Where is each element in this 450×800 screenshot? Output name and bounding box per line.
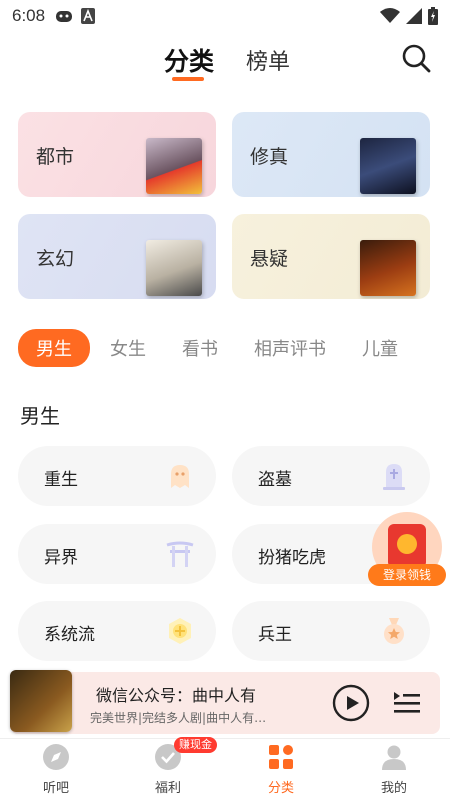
category-card-mystery[interactable]: 悬疑 (232, 214, 430, 299)
genre-label: 盗墓 (258, 470, 292, 490)
category-label: 悬疑 (250, 248, 289, 270)
mini-player[interactable]: 微信公众号：曲中人有 完美世界|完结多人剧|曲中人有… (10, 670, 440, 734)
wifi-icon (380, 8, 400, 23)
book-cover-image (146, 240, 202, 296)
tombstone-icon (383, 464, 405, 490)
book-cover-image (360, 138, 416, 194)
nav-category[interactable]: 分类 (225, 739, 337, 800)
genre-pill-other-world[interactable]: 异界 (18, 524, 216, 584)
battery-icon (428, 7, 438, 25)
ghost-icon (171, 465, 189, 488)
active-tab-indicator (172, 77, 204, 81)
login-reward-label: 登录领钱 (368, 564, 446, 586)
signal-icon (406, 8, 422, 24)
genre-label: 重生 (44, 470, 78, 490)
player-title: 微信公众号：曲中人有 (96, 686, 257, 705)
medal-icon (384, 618, 404, 644)
login-reward-button[interactable]: 登录领钱 (368, 512, 446, 588)
book-cover-image (360, 240, 416, 296)
genre-pill-tomb-raiding[interactable]: 盗墓 (232, 446, 430, 506)
genre-pill-soldier-king[interactable]: 兵王 (232, 601, 430, 661)
genre-pill-rebirth[interactable]: 重生 (18, 446, 216, 506)
category-label: 都市 (36, 146, 75, 168)
category-card-cultivation[interactable]: 修真 (232, 112, 430, 197)
app-screen: 6:08 分类 榜单 都市 修真 玄幻 悬疑 男生 女生 看书 相声评书 儿童 … (0, 0, 450, 800)
book-cover-image (146, 138, 202, 194)
bottom-navigation: 听吧 赚现金 福利 分类 我的 (0, 737, 450, 800)
genre-label: 异界 (44, 548, 78, 568)
nav-label: 听吧 (42, 781, 69, 796)
status-bar: 6:08 (0, 0, 450, 32)
playlist-icon[interactable] (392, 688, 422, 718)
gamepad-icon (56, 11, 73, 22)
torii-gate-icon (166, 541, 194, 567)
filter-crosstalk[interactable]: 相声评书 (254, 335, 326, 361)
genre-pill-system[interactable]: 系统流 (18, 601, 216, 661)
grid-icon (269, 745, 293, 769)
nav-profile[interactable]: 我的 (338, 739, 450, 800)
nav-welfare[interactable]: 赚现金 福利 (112, 737, 224, 800)
coin-icon (169, 618, 191, 644)
section-title: 男生 (20, 404, 60, 428)
header: 分类 榜单 (0, 34, 450, 84)
filter-male[interactable]: 男生 (18, 329, 90, 367)
genre-label: 扮猪吃虎 (258, 548, 326, 568)
genre-label: 系统流 (44, 625, 95, 645)
player-subtitle: 完美世界|完结多人剧|曲中人有… (90, 711, 267, 725)
app-notification-icon (81, 8, 96, 24)
filter-children[interactable]: 儿童 (362, 335, 398, 361)
earn-cash-badge: 赚现金 (174, 737, 217, 753)
category-card-urban[interactable]: 都市 (18, 112, 216, 197)
category-card-fantasy[interactable]: 玄幻 (18, 214, 216, 299)
nav-label: 福利 (154, 781, 181, 796)
search-icon[interactable] (400, 42, 432, 74)
audience-filter-tabs: 男生 女生 看书 相声评书 儿童 (18, 329, 450, 367)
nav-label: 分类 (267, 781, 294, 796)
coin-icon (397, 534, 417, 554)
category-label: 玄幻 (36, 248, 75, 270)
player-cover-image[interactable] (10, 670, 72, 732)
tab-ranking[interactable]: 榜单 (246, 44, 290, 76)
compass-icon (43, 744, 69, 770)
nav-listen[interactable]: 听吧 (0, 739, 112, 800)
user-icon (382, 745, 406, 770)
filter-female[interactable]: 女生 (110, 335, 146, 361)
status-time: 6:08 (12, 6, 46, 25)
genre-label: 兵王 (258, 625, 292, 645)
tab-category[interactable]: 分类 (164, 42, 214, 78)
filter-reading[interactable]: 看书 (182, 335, 218, 361)
nav-label: 我的 (380, 781, 407, 796)
category-label: 修真 (250, 146, 289, 168)
play-button[interactable] (332, 684, 370, 722)
